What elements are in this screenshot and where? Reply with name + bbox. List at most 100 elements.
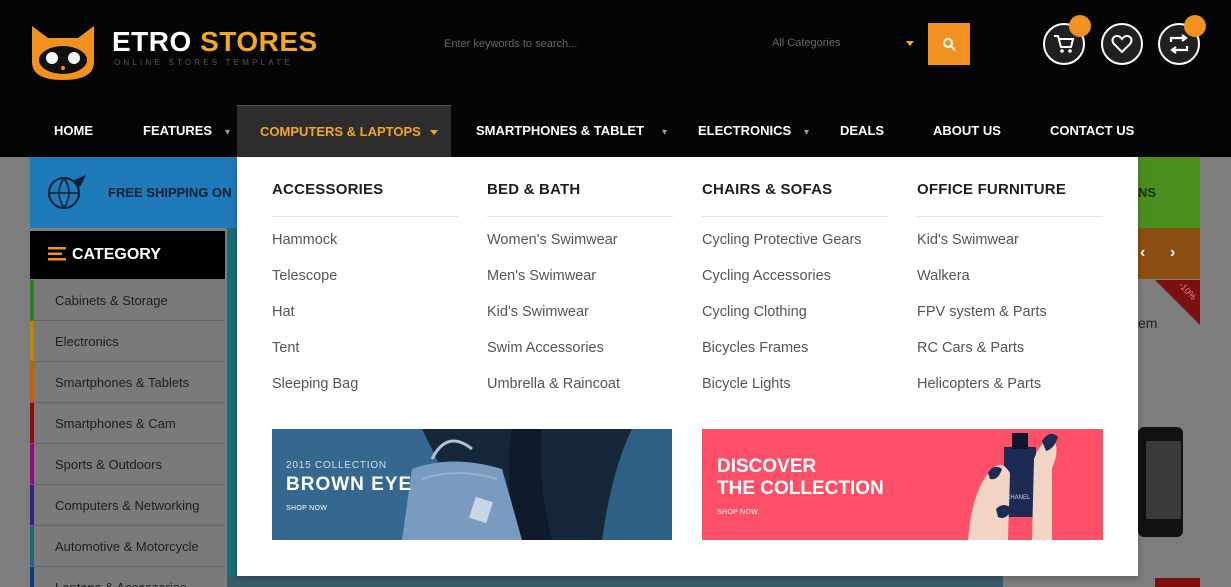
mega-link[interactable]: Cycling Clothing (702, 304, 807, 320)
category-select[interactable]: All Categories (764, 24, 924, 64)
search-icon (943, 38, 956, 51)
banner2-title-line1: DISCOVER (717, 456, 817, 477)
heart-icon (1111, 34, 1133, 54)
mega-link[interactable]: Tent (272, 340, 299, 356)
mega-link[interactable]: Kid's Swimwear (917, 232, 1019, 248)
cart-button[interactable] (1043, 15, 1091, 65)
category-item[interactable]: Computers & Networking (30, 485, 225, 526)
category-item-label: Cabinets & Storage (55, 293, 168, 308)
mega-link[interactable]: Walkera (917, 268, 970, 284)
promo-banner-discover[interactable]: CHANEL DISCOVER THE COLLECTION SHOP NOW (702, 429, 1103, 540)
mega-link[interactable]: Swim Accessories (487, 340, 604, 356)
mega-link[interactable]: Kid's Swimwear (487, 304, 589, 320)
promo-banner-green: NS (1138, 157, 1200, 228)
mega-link[interactable]: Bicycle Lights (702, 376, 791, 392)
banner2-title-line2: THE COLLECTION (717, 478, 884, 499)
mega-link[interactable]: Bicycles Frames (702, 340, 808, 356)
category-item-label: Automotive & Motorcycle (55, 539, 199, 554)
nav-contact-us[interactable]: CONTACT US (1050, 105, 1134, 157)
category-select-value: All Categories (772, 37, 841, 49)
category-item-label: Computers & Networking (55, 498, 200, 513)
nav-computers-laptops[interactable]: COMPUTERS & LAPTOPS (237, 105, 451, 157)
mega-link[interactable]: Women's Swimwear (487, 232, 618, 248)
mega-link[interactable]: Umbrella & Raincoat (487, 376, 620, 392)
mega-link[interactable]: FPV system & Parts (917, 304, 1047, 320)
category-item[interactable]: Laptops & Accessories (30, 567, 225, 587)
arrow-right-icon[interactable]: › (1170, 244, 1175, 262)
category-color-marker (30, 567, 34, 587)
category-item[interactable]: Smartphones & Tablets (30, 362, 225, 403)
category-color-marker (30, 280, 34, 320)
mega-link[interactable]: Cycling Protective Gears (702, 232, 862, 248)
globe-plane-icon (48, 175, 86, 209)
nav-features[interactable]: FEATURES (143, 105, 212, 157)
compare-button[interactable] (1158, 15, 1206, 65)
divider (917, 216, 1103, 217)
category-item-label: Laptops & Accessories (55, 580, 187, 587)
nav-features-caret-icon: ▾ (225, 127, 231, 138)
category-item-label: Sports & Outdoors (55, 457, 162, 472)
chevron-down-icon (906, 41, 914, 46)
mega-col-title[interactable]: ACCESSORIES (272, 181, 383, 198)
nav-home[interactable]: HOME (54, 105, 93, 157)
banner-nail-polish-image: CHANEL (968, 433, 1058, 540)
nav-about-us[interactable]: ABOUT US (933, 105, 1001, 157)
search-input[interactable] (436, 24, 756, 64)
mega-link[interactable]: Telescope (272, 268, 337, 284)
site-logo[interactable]: ETRO STORES ONLINE STORES TEMPLATE (28, 20, 328, 84)
mega-link[interactable]: Hat (272, 304, 295, 320)
mega-link[interactable]: RC Cars & Parts (917, 340, 1024, 356)
bottle-label-text: CHANEL (1006, 495, 1031, 501)
cart-count-badge (1069, 15, 1091, 37)
mega-menu-computers-laptops: ACCESSORIES Hammock Telescope Hat Tent S… (237, 157, 1138, 576)
compare-count-badge (1184, 15, 1206, 37)
category-title: CATEGORY (72, 246, 161, 263)
nav-smartphones-caret-icon: ▾ (662, 127, 668, 138)
category-header: CATEGORY (30, 231, 225, 279)
nav-electronics-caret-icon: ▾ (804, 127, 810, 138)
mega-col-title[interactable]: BED & BATH (487, 181, 580, 198)
category-item-label: Smartphones & Tablets (55, 375, 190, 390)
category-item-label: Smartphones & Cam (55, 416, 176, 431)
cart-icon (1054, 35, 1075, 53)
brand-tagline: ONLINE STORES TEMPLATE (114, 58, 293, 67)
category-item[interactable]: Sports & Outdoors (30, 444, 225, 485)
search-button[interactable] (928, 23, 970, 65)
divider (702, 216, 888, 217)
compare-icon (1169, 34, 1189, 54)
product-title-fragment: em (1138, 315, 1158, 331)
banner2-title: DISCOVER THE COLLECTION (717, 456, 884, 500)
mega-link[interactable]: Cycling Accessories (702, 268, 831, 284)
promo-banner-brown-eye[interactable]: 2015 COLLECTION BROWN EYE SHOP NOW (272, 429, 672, 540)
divider (272, 216, 458, 217)
wishlist-button[interactable] (1101, 23, 1143, 65)
nav-computers-laptops-label: COMPUTERS & LAPTOPS (260, 124, 421, 139)
category-item[interactable]: Smartphones & Cam (30, 403, 225, 444)
nav-electronics[interactable]: ELECTRONICS (698, 105, 791, 157)
mega-link[interactable]: Helicopters & Parts (917, 376, 1041, 392)
product-image-phone (1138, 427, 1183, 537)
banner2-shop-now-link[interactable]: SHOP NOW (717, 509, 758, 516)
brand-name: ETRO STORES (112, 26, 318, 57)
mega-link[interactable]: Sleeping Bag (272, 376, 358, 392)
free-shipping-text: FREE SHIPPING ON (108, 185, 232, 200)
category-item[interactable]: Cabinets & Storage (30, 280, 225, 321)
bottom-strip (227, 576, 1003, 587)
chevron-down-icon (429, 130, 438, 136)
category-item[interactable]: Automotive & Motorcycle (30, 526, 225, 567)
category-color-marker (30, 526, 34, 566)
banner1-subtitle: 2015 COLLECTION (286, 460, 387, 471)
category-color-marker (30, 485, 34, 525)
nav-smartphones-tablet[interactable]: SMARTPHONES & TABLET (476, 105, 644, 157)
category-item[interactable]: Electronics (30, 321, 225, 362)
arrow-left-icon[interactable]: ‹ (1140, 244, 1145, 262)
mega-link[interactable]: Hammock (272, 232, 337, 248)
banner1-shop-now-link[interactable]: SHOP NOW (286, 505, 327, 512)
nav-deals[interactable]: DEALS (840, 105, 884, 157)
category-color-marker (30, 403, 34, 443)
category-color-marker (30, 444, 34, 484)
mega-col-title[interactable]: CHAIRS & SOFAS (702, 181, 832, 198)
mega-link[interactable]: Men's Swimwear (487, 268, 596, 284)
category-color-marker (30, 321, 34, 361)
mega-col-title[interactable]: OFFICE FURNITURE (917, 181, 1066, 198)
